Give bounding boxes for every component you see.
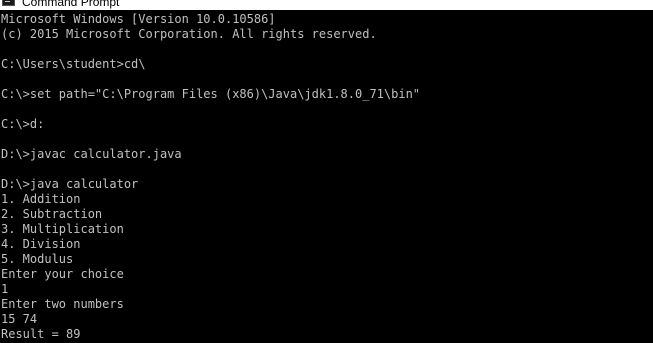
console-line: 1. Addition (1, 192, 81, 206)
console-line: 4. Division (1, 237, 81, 251)
console-line: 5. Modulus (1, 252, 74, 266)
console-line: C:\Users\student>cd\ (1, 57, 146, 71)
cmd-icon (2, 0, 15, 6)
window-title: Command Prompt (22, 0, 120, 9)
console-line: 2. Subtraction (1, 207, 103, 221)
console-output[interactable]: Microsoft Windows [Version 10.0.10586] (… (0, 12, 653, 343)
console-line: D:\>java calculator (1, 177, 139, 191)
console-line: Enter two numbers (1, 297, 124, 311)
console-line: C:\>d: (1, 117, 45, 131)
console-line: Microsoft Windows [Version 10.0.10586] (1, 12, 276, 26)
console-line: Result = 89 (1, 327, 81, 341)
console-line: 3. Multiplication (1, 222, 124, 236)
console-line: (c) 2015 Microsoft Corporation. All righ… (1, 27, 377, 41)
console-line: 1 (1, 282, 9, 296)
command-prompt-window: Command Prompt Microsoft Windows [Versio… (0, 0, 653, 343)
console-line: 15 74 (1, 312, 38, 326)
title-bar[interactable]: Command Prompt (0, 0, 653, 10)
console-line: D:\>javac calculator.java (1, 147, 182, 161)
console-line: C:\>set path="C:\Program Files (x86)\Jav… (1, 87, 421, 101)
console-line: Enter your choice (1, 267, 124, 281)
